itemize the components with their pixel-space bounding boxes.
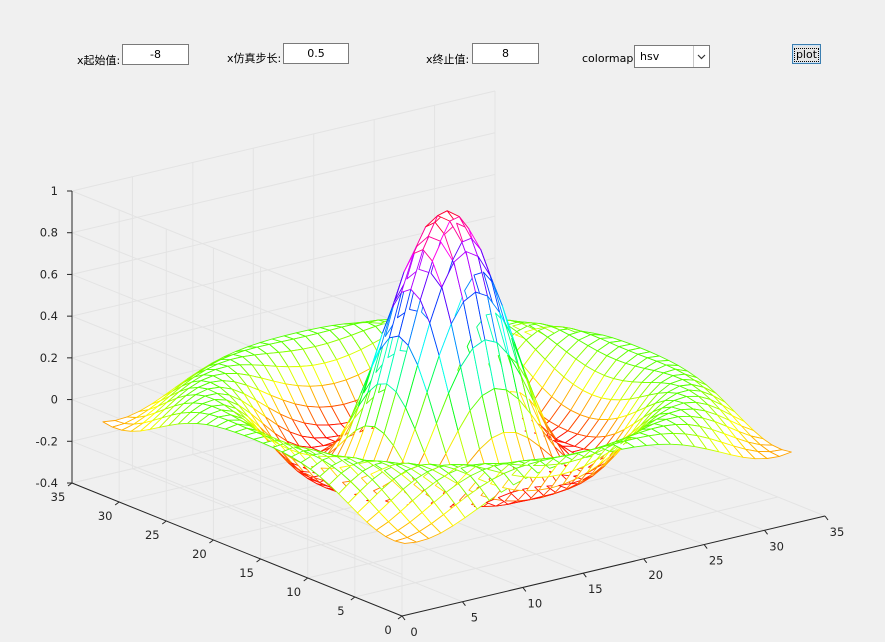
y-tick-label: 20 [192,547,207,561]
y-tick-mark [397,615,403,620]
z-tick-label: 1 [51,184,58,198]
x-tick-label: 5 [471,611,478,625]
mesh-plot-axes: 0510152025303505101520253035-0.4-0.200.2… [36,90,845,639]
x-tick-mark [582,572,587,578]
y-tick-label: 5 [337,604,344,618]
x-tick-label: 20 [648,568,663,582]
z-tick-label: 0.4 [40,309,58,323]
x-tick-label: 25 [709,554,724,568]
x-tick-mark [522,587,527,592]
y-tick-label: 10 [286,585,301,599]
x-tick-mark [462,601,466,607]
x-tick-label: 15 [588,582,603,596]
x-tick-label: 30 [769,539,784,553]
z-tick-label: 0 [51,393,58,407]
x-tick-mark [401,615,406,621]
y-tick-label: 30 [98,509,113,523]
z-tick-label: 0.6 [40,267,58,281]
y-tick-mark [161,520,167,525]
x-tick-label: 0 [410,625,417,639]
x-tick-mark [643,558,648,564]
y-tick-label: 25 [145,528,160,542]
x-tick-mark [703,544,708,549]
y-tick-mark [256,558,261,563]
x-tick-mark [764,529,768,535]
z-tick-label: 0.8 [40,226,58,240]
x-tick-mark [824,515,829,521]
z-tick-label: -0.4 [36,476,58,490]
y-tick-label: 35 [51,490,66,504]
y-tick-mark [303,577,309,582]
z-tick-label: 0.2 [40,351,58,365]
z-tick-label: -0.2 [36,434,58,448]
x-tick-label: 10 [528,596,543,610]
x-tick-label: 35 [830,525,845,539]
y-tick-mark [114,501,120,506]
y-tick-mark [350,596,356,601]
x-axis-line [401,515,826,617]
y-tick-label: 15 [239,566,254,580]
surface-mesh [102,210,792,544]
y-tick-mark [209,539,214,544]
y-tick-label: 0 [384,623,391,637]
